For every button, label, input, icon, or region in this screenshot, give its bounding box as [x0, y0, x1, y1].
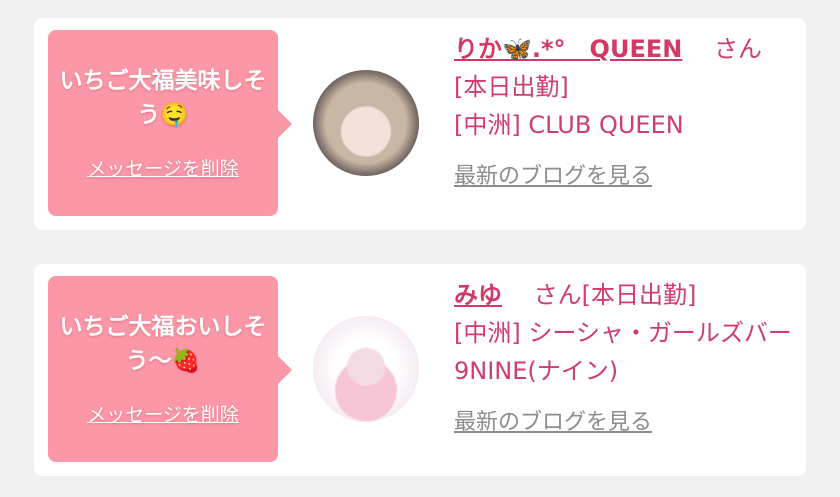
latest-blog-link[interactable]: 最新のブログを見る	[454, 158, 652, 196]
message-card: いちご大福美味しそう🤤 メッセージを削除 りか🦋.*° QUEEN さん [本日…	[34, 18, 806, 230]
cast-name-link[interactable]: みゆ	[454, 281, 502, 309]
message-text: いちご大福美味しそう🤤	[58, 64, 268, 132]
shop-name: [中洲] CLUB QUEEN	[454, 111, 684, 139]
cast-avatar[interactable]	[313, 70, 419, 176]
cast-info: みゆ さん[本日出勤] [中洲] シーシャ・ガールズバー 9NINE(ナイン) …	[454, 276, 794, 442]
work-status: [本日出勤]	[454, 73, 569, 101]
message-bubble: いちご大福美味しそう🤤 メッセージを削除	[48, 30, 292, 216]
cast-info: りか🦋.*° QUEEN さん [本日出勤] [中洲] CLUB QUEEN 最…	[454, 30, 794, 196]
drooling-face-emoji-icon: 🤤	[160, 102, 189, 128]
message-body: いちご大福おいしそう〜	[59, 314, 267, 374]
honorific: さん	[713, 35, 762, 63]
delete-message-link[interactable]: メッセージを削除	[87, 400, 239, 427]
strawberry-emoji-icon: 🍓	[171, 348, 201, 374]
message-text: いちご大福おいしそう〜🍓	[58, 310, 268, 378]
cast-name-link[interactable]: りか🦋.*° QUEEN	[454, 35, 682, 63]
shop-name: [中洲] シーシャ・ガールズバー 9NINE(ナイン)	[454, 319, 792, 385]
honorific-and-status: さん[本日出勤]	[533, 281, 697, 309]
latest-blog-link[interactable]: 最新のブログを見る	[454, 404, 652, 442]
message-bubble: いちご大福おいしそう〜🍓 メッセージを削除	[48, 276, 292, 462]
message-card: いちご大福おいしそう〜🍓 メッセージを削除 みゆ さん[本日出勤] [中洲] シ…	[34, 264, 806, 476]
delete-message-link[interactable]: メッセージを削除	[87, 154, 239, 181]
cast-avatar[interactable]	[313, 316, 419, 422]
